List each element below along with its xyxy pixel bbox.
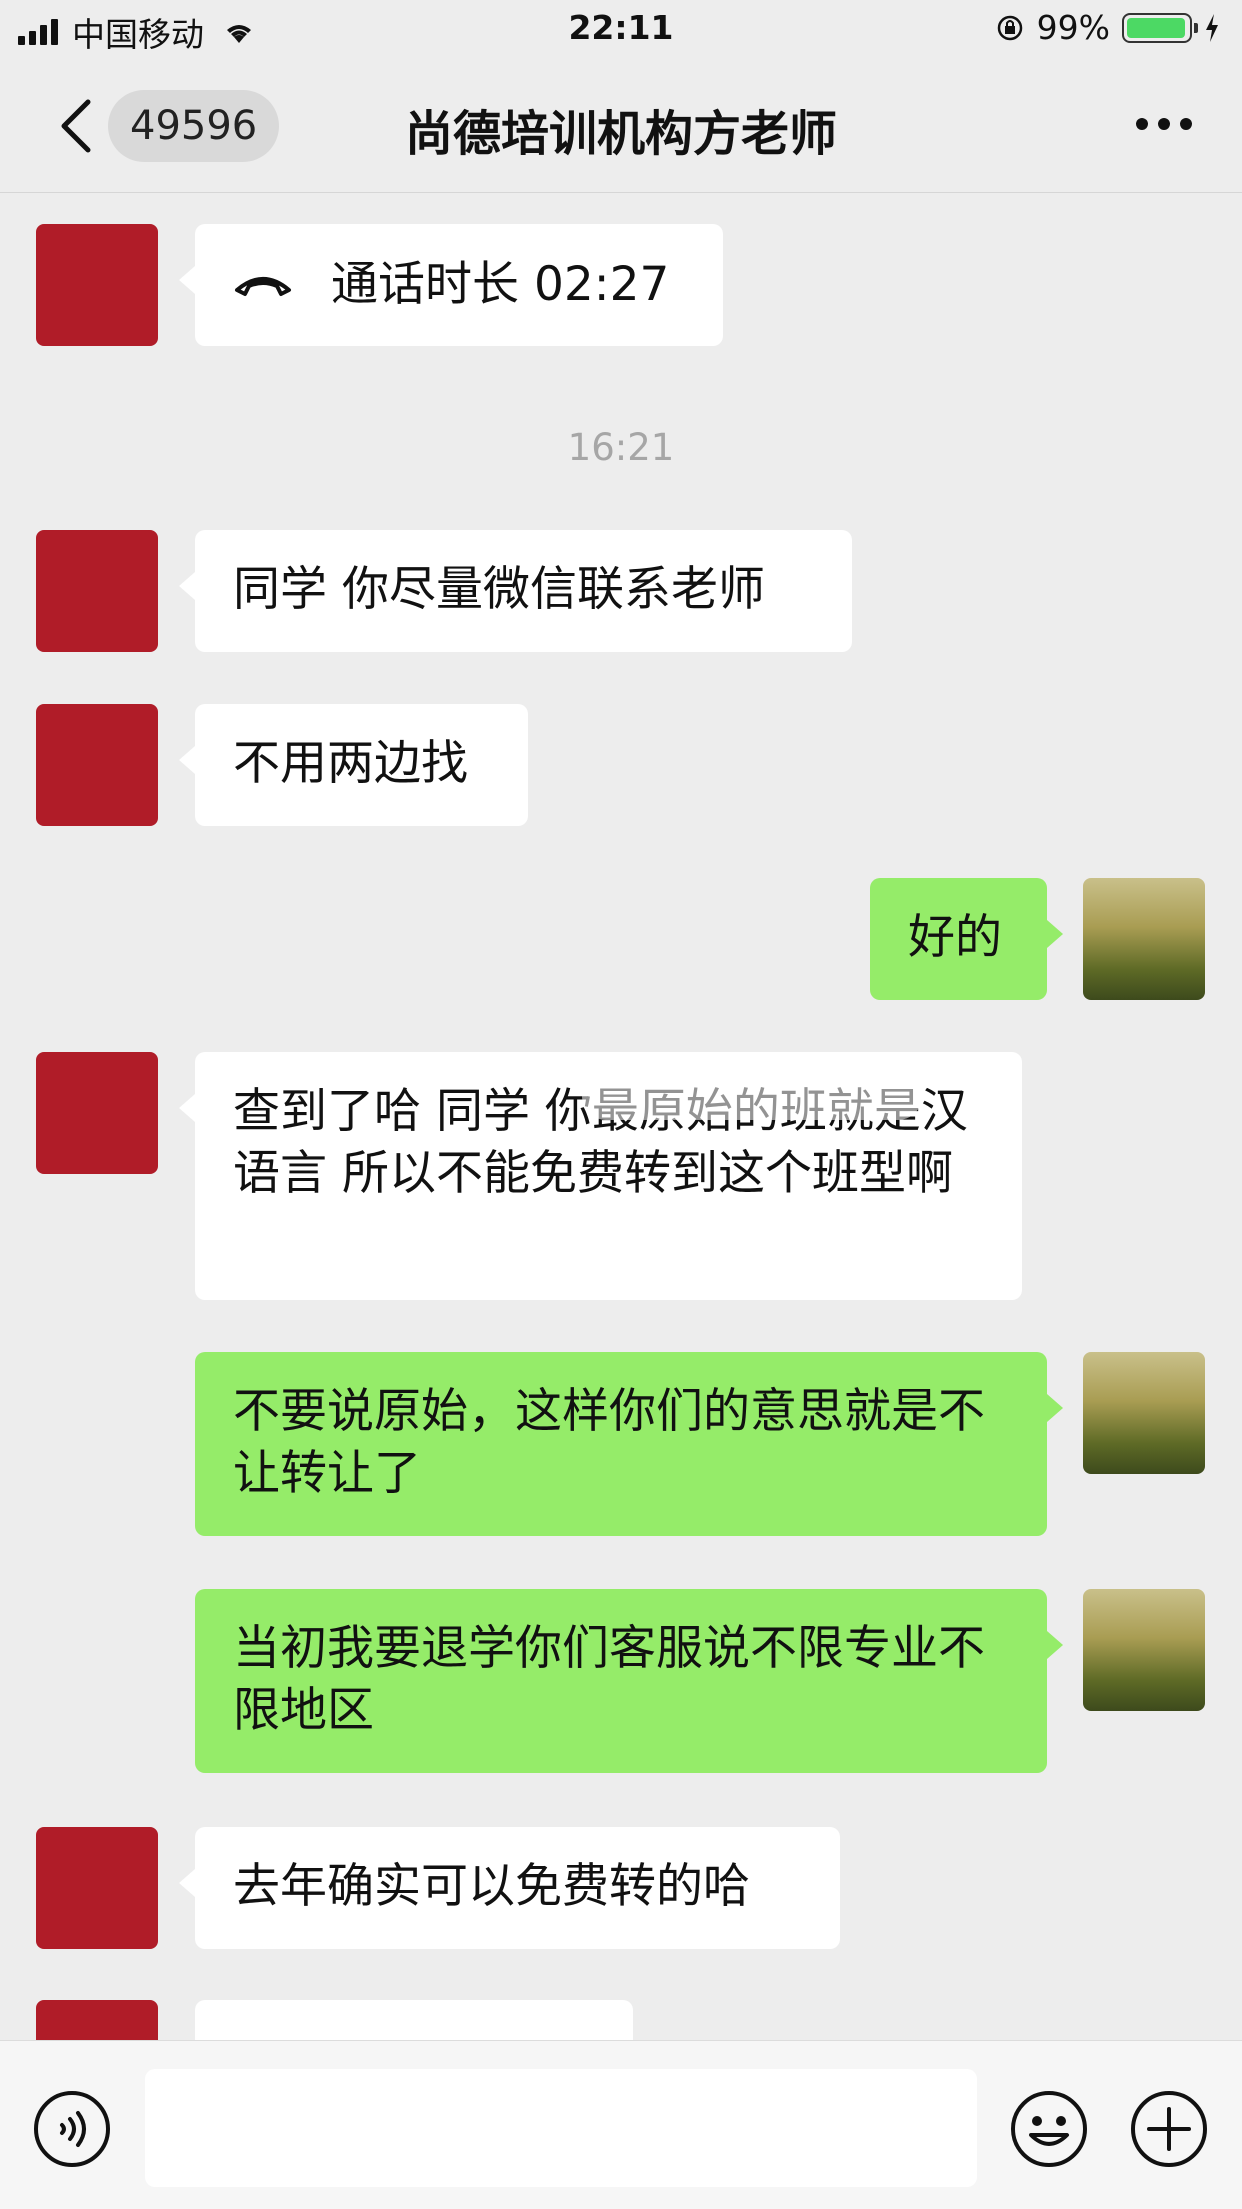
message-bubble[interactable]: 好的 — [870, 878, 1063, 1000]
call-bubble[interactable]: 通话时长 02:27 — [179, 224, 723, 346]
message-bubble[interactable] — [179, 2000, 633, 2070]
emoji-icon[interactable] — [1009, 2089, 1089, 2169]
ellipsis-icon[interactable] — [1134, 112, 1194, 136]
message-bubble[interactable]: 当初我要退学你们客服说不限专业不限地区 — [195, 1589, 1063, 1773]
avatar[interactable] — [36, 704, 158, 826]
call-duration: 通话时长 02:27 — [331, 257, 670, 312]
avatar[interactable] — [1083, 1589, 1205, 1711]
avatar[interactable] — [36, 2000, 158, 2040]
chat-header: 49596 尚德培训机构方老师 — [0, 62, 1242, 193]
chat-title: 尚德培训机构方老师 — [404, 106, 837, 162]
avatar[interactable] — [36, 530, 158, 652]
battery-percent: 99% — [1036, 8, 1110, 47]
watermark — [582, 1072, 922, 1120]
avatar[interactable] — [36, 1827, 158, 1949]
plus-icon[interactable] — [1129, 2089, 1209, 2169]
message-bubble[interactable]: 同学 你尽量微信联系老师 — [179, 530, 852, 652]
voice-icon[interactable] — [32, 2089, 112, 2169]
message-bubble[interactable]: 不用两边找 — [179, 704, 528, 826]
message-bubble[interactable]: 不要说原始，这样你们的意思就是不让转让了 — [195, 1352, 1063, 1536]
avatar[interactable] — [36, 224, 158, 346]
phone-hangup-icon — [235, 277, 291, 296]
message-bubble[interactable]: 去年确实可以免费转的哈 — [179, 1827, 840, 1949]
message-input[interactable] — [145, 2069, 977, 2187]
battery-icon — [1122, 12, 1198, 43]
avatar[interactable] — [1083, 878, 1205, 1000]
rotation-lock-icon — [997, 15, 1022, 40]
charging-icon — [1206, 13, 1218, 42]
message-timestamp: 16:21 — [567, 426, 675, 469]
avatar[interactable] — [36, 1052, 158, 1174]
input-bar — [0, 2040, 1242, 2209]
status-bar: 中国移动 22:11 99% — [0, 0, 1242, 62]
avatar[interactable] — [1083, 1352, 1205, 1474]
